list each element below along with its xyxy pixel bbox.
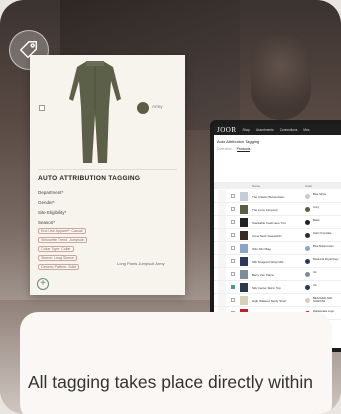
- attribute-pill[interactable]: Generic Pattern: Solid: [38, 264, 80, 270]
- row-checkbox[interactable]: [231, 259, 235, 263]
- field-gender: Gender*: [38, 200, 55, 205]
- product-thumbnail: [240, 204, 248, 214]
- table-row[interactable]: High Waisted Study Short BEACHED AND SHAD…: [214, 294, 341, 307]
- product-card: Army AUTO ATTRIBUTION TAGGING Department…: [30, 55, 185, 295]
- table-row[interactable]: Wire Mini Bag Blue Buttercream: [214, 242, 341, 255]
- row-checkbox[interactable]: [231, 220, 235, 224]
- nav-connections[interactable]: Connections: [280, 128, 298, 132]
- tab-overview[interactable]: Overview: [217, 147, 232, 152]
- row-color-dot: [305, 193, 310, 199]
- table-row[interactable]: Barry Zen Plaza Ink: [214, 268, 341, 281]
- row-name: Silk Center Skirm Top: [252, 285, 281, 290]
- product-thumbnail: [240, 256, 248, 266]
- divider: [38, 169, 177, 170]
- row-color: Army: [313, 206, 320, 209]
- add-button[interactable]: +: [37, 278, 49, 290]
- table-row[interactable]: The Luna Jumpsuit Army: [214, 203, 341, 216]
- table-row[interactable]: Silk Snapped Wrap Mid Botanical Royal Nav…: [214, 255, 341, 268]
- product-thumbnail: [240, 230, 248, 240]
- row-color: Dark Chocolate: [313, 232, 332, 235]
- app-top-bar: JOOR Shop Assortments Connections Mes: [214, 124, 341, 135]
- headline: All tagging takes place directly within: [27, 372, 313, 392]
- row-color-dot: [305, 206, 310, 212]
- nav-shop[interactable]: Shop: [243, 128, 250, 132]
- row-checkbox[interactable]: [231, 285, 235, 289]
- column-color[interactable]: Color: [305, 184, 312, 188]
- row-color-dot: [305, 258, 310, 264]
- attribute-pill[interactable]: Sleeve: Long Sleeve: [38, 255, 77, 261]
- product-thumbnail: [240, 295, 248, 305]
- row-checkbox[interactable]: [231, 298, 235, 302]
- row-name: Barry Zen Plaza: [252, 272, 274, 277]
- product-thumbnail: [240, 217, 248, 227]
- nav-assortments[interactable]: Assortments: [256, 128, 274, 132]
- product-thumbnail: [240, 269, 248, 279]
- table-row[interactable]: Crew Neck Sweatshirt Dark Chocolate: [214, 229, 341, 242]
- row-color: Blue Stripe: [313, 193, 327, 196]
- row-color: Ink: [313, 271, 317, 274]
- select-checkbox[interactable]: [39, 105, 45, 111]
- row-name: The Luna Jumpsuit: [252, 207, 278, 212]
- row-name: High Waisted Study Short: [252, 298, 287, 303]
- row-name: The Classic Buttondown: [252, 194, 285, 199]
- attribute-pill[interactable]: End Use Apparel*: Casual: [38, 228, 86, 234]
- row-checkbox[interactable]: [231, 246, 235, 250]
- row-color: Blue Buttercream: [313, 245, 334, 248]
- column-name[interactable]: Name: [252, 184, 260, 188]
- row-color-dot: [305, 271, 310, 277]
- row-color: Black: [313, 219, 320, 222]
- row-checkbox[interactable]: [231, 233, 235, 237]
- tab-bar: Overview Products: [217, 147, 251, 152]
- row-color-dot: [305, 245, 310, 251]
- row-checkbox[interactable]: [231, 207, 235, 211]
- row-name: Wire Mini Bag: [252, 246, 271, 251]
- product-thumbnail: [240, 282, 248, 292]
- tab-products[interactable]: Products: [236, 147, 251, 152]
- nav-messages[interactable]: Mes: [303, 128, 309, 132]
- row-color-dot: [305, 219, 310, 225]
- card-title: AUTO ATTRIBUTION TAGGING: [38, 175, 141, 182]
- hero-frame: Army AUTO ATTRIBUTION TAGGING Department…: [0, 0, 341, 414]
- page-title: Auto Attribution Tagging: [217, 139, 260, 144]
- row-name: Stackable Cashmere Turt: [252, 220, 286, 225]
- product-descriptor: Long Pants Jumpsuit Army: [117, 261, 165, 266]
- row-color: Botanical Royal Navy: [313, 258, 339, 261]
- attribute-pill[interactable]: Collar Type: Collar: [38, 246, 74, 252]
- app-logo: JOOR: [217, 125, 237, 134]
- table-row[interactable]: Stackable Cashmere Turt Black: [214, 216, 341, 229]
- row-name: Silk Snapped Wrap Mid: [252, 259, 284, 264]
- product-thumbnail: [240, 243, 248, 253]
- table-row[interactable]: The Classic Buttondown Blue Stripe: [214, 190, 341, 203]
- field-site-eligibility: Site Eligibility*: [38, 210, 67, 215]
- row-color-dot: [305, 297, 310, 303]
- row-color: Ink: [313, 284, 317, 287]
- table-row[interactable]: Silk Center Skirm Top Ink: [214, 281, 341, 294]
- row-color-dot: [305, 232, 310, 238]
- color-swatch-label: Army: [152, 104, 163, 109]
- row-checkbox[interactable]: [231, 272, 235, 276]
- product-thumbnail: [240, 191, 248, 201]
- table-header: Name Color: [214, 182, 341, 189]
- caption-panel: [20, 312, 332, 414]
- background-lamp: [251, 30, 311, 120]
- field-department: Department*: [38, 190, 64, 195]
- color-swatch: [137, 102, 149, 114]
- row-checkbox[interactable]: [231, 194, 235, 198]
- jumpsuit-image: [69, 61, 121, 163]
- row-color: BEACHED AND SHADOW: [313, 297, 333, 303]
- row-name: Crew Neck Sweatshirt: [252, 233, 282, 238]
- attribute-pill[interactable]: Silhouette Trend: Jumpsuit: [38, 237, 87, 243]
- row-color-dot: [305, 284, 310, 290]
- field-season: Season*: [38, 220, 56, 225]
